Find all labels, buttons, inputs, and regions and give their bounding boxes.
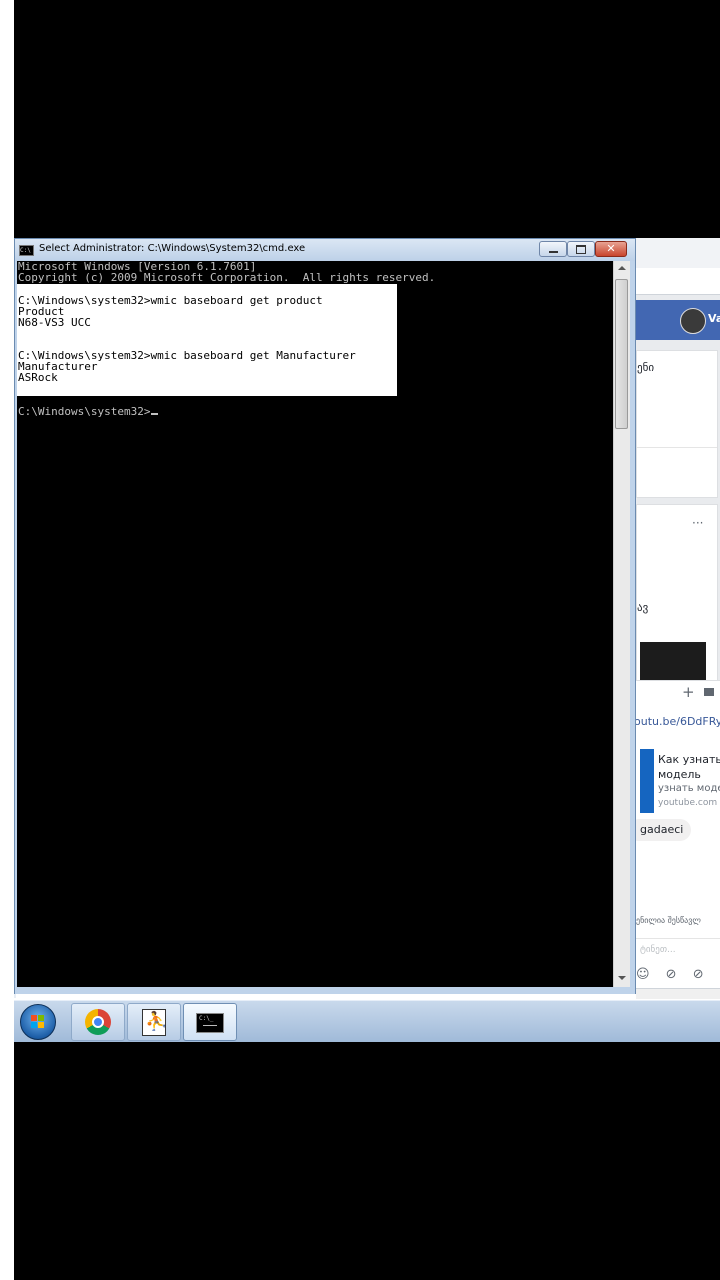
message-bubble: gadaeci <box>628 819 692 841</box>
add-icon[interactable]: + <box>682 683 695 701</box>
feed-card: ენი <box>636 350 718 498</box>
scrollbar-thumb[interactable] <box>615 279 628 429</box>
windows-logo-icon <box>31 1015 45 1029</box>
card-label: ენი <box>637 361 655 374</box>
console-line: ASRock <box>18 371 58 384</box>
console-prompt[interactable]: C:\Windows\system32> <box>18 405 159 418</box>
post-image <box>640 642 706 682</box>
chrome-icon <box>85 1009 111 1035</box>
chat-notice: ენილია შესწავლ <box>636 916 701 925</box>
console-output[interactable]: Microsoft Windows [Version 6.1.7601] Cop… <box>17 261 613 987</box>
browser-toolbar <box>636 238 720 269</box>
prompt-text: C:\Windows\system32> <box>18 405 151 418</box>
start-button[interactable] <box>20 1004 56 1040</box>
taskbar-item-chrome[interactable] <box>71 1003 125 1041</box>
cmd-window[interactable]: C:\ Select Administrator: C:\Windows\Sys… <box>14 238 636 994</box>
browser-scrollbar[interactable] <box>636 988 720 999</box>
cmd-icon: C:\_ <box>196 1013 224 1033</box>
browser-address-area[interactable] <box>636 268 720 295</box>
taskbar-item-counter-strike[interactable]: ⛹ <box>127 1003 181 1041</box>
user-name[interactable]: Va <box>708 312 720 325</box>
video-call-icon[interactable] <box>704 688 714 696</box>
post-text: ავ <box>637 601 649 614</box>
text-cursor <box>151 413 159 415</box>
message-input[interactable]: ტინეთ... <box>636 938 720 965</box>
maximize-button[interactable] <box>567 241 595 257</box>
chat-header: + <box>636 680 720 706</box>
link-preview-thumbnail[interactable] <box>640 749 654 813</box>
message-link[interactable]: outu.be/6DdFRy1 <box>634 715 720 728</box>
cmd-app-icon[interactable]: C:\ <box>19 245 34 256</box>
chat-messages: outu.be/6DdFRy1 Как узнать модель узнать… <box>628 705 720 998</box>
close-button[interactable]: ✕ <box>595 241 627 257</box>
link-preview-site: youtube.com <box>658 798 718 808</box>
desktop-screen: Va ენი ავ ··· + outu.be/6DdFRy1 Как узна… <box>14 238 720 1042</box>
taskbar-item-cmd[interactable]: C:\_ <box>183 1003 237 1041</box>
photo-border <box>0 0 14 1280</box>
user-avatar[interactable] <box>680 308 706 334</box>
taskbar: ⛹ C:\_ <box>14 1000 720 1042</box>
facebook-header: Va <box>636 300 720 340</box>
scroll-down-arrow-icon[interactable] <box>618 976 626 980</box>
counter-strike-icon: ⛹ <box>142 1009 167 1036</box>
link-preview-title[interactable]: модель <box>658 768 701 781</box>
browser-window[interactable]: Va ენი ავ ··· + outu.be/6DdFRy1 Как узна… <box>628 238 720 999</box>
message-input-placeholder: ტინეთ... <box>640 945 676 955</box>
console-line: N68-VS3 UCC <box>18 316 91 329</box>
vertical-scrollbar[interactable] <box>613 261 630 987</box>
scroll-up-arrow-icon[interactable] <box>618 266 626 270</box>
link-preview-title[interactable]: Как узнать <box>658 753 720 766</box>
window-title: Select Administrator: C:\Windows\System3… <box>39 243 306 254</box>
chat-toolbar-icons[interactable]: ☺ ⊘ ⊘ ◎ <box>636 967 720 982</box>
card-divider <box>637 447 717 448</box>
console-line: Copyright (c) 2009 Microsoft Corporation… <box>18 271 436 284</box>
title-bar[interactable]: C:\ Select Administrator: C:\Windows\Sys… <box>15 239 635 261</box>
more-options-icon[interactable]: ··· <box>692 516 703 530</box>
link-preview-description: узнать моде <box>658 783 720 794</box>
window-bottom-border <box>15 987 635 994</box>
minimize-button[interactable] <box>539 241 567 257</box>
